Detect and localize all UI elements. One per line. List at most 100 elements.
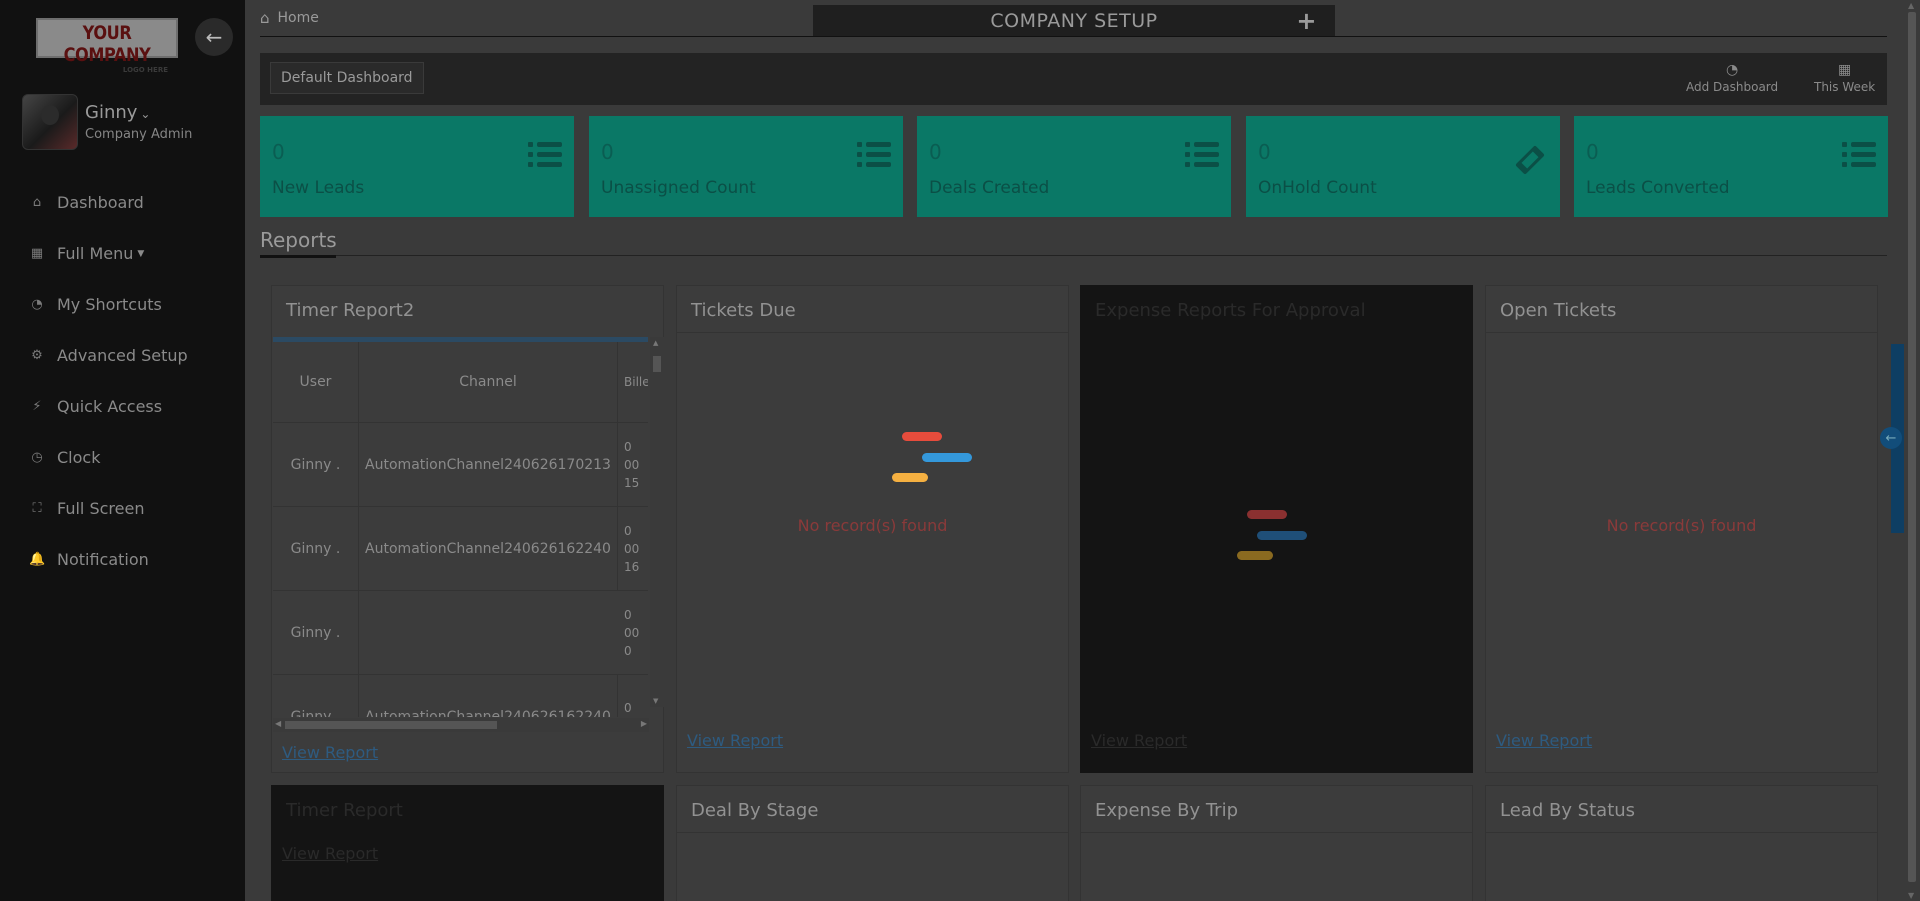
user-name: Ginny bbox=[85, 102, 138, 123]
expand-icon: ⛶ bbox=[32, 501, 42, 516]
panel-expense-by-trip: Expense By Trip bbox=[1080, 785, 1473, 901]
grid-icon: ▦ bbox=[30, 246, 44, 261]
collapse-sidebar-button[interactable]: ← bbox=[195, 18, 233, 56]
panel-deal-by-stage: Deal By Stage bbox=[676, 785, 1069, 901]
view-report-link[interactable]: View Report bbox=[1496, 731, 1592, 750]
sidebar-item-label: Quick Access bbox=[57, 397, 163, 416]
breadcrumb-home[interactable]: Home bbox=[278, 10, 319, 26]
view-report-link[interactable]: View Report bbox=[1091, 731, 1187, 750]
user-menu[interactable]: Ginny ⌄ bbox=[85, 102, 150, 123]
sidebar-item-label: Full Menu bbox=[57, 244, 134, 263]
panel-title: Deal By Stage bbox=[691, 800, 819, 821]
scroll-up-icon[interactable]: ▲ bbox=[653, 339, 658, 347]
divider bbox=[1081, 832, 1472, 833]
sidebar-item-dashboard[interactable]: ⌂ Dashboard bbox=[0, 177, 245, 228]
table-cell: 0 00 16 bbox=[618, 507, 648, 590]
user-role: Company Admin bbox=[85, 127, 193, 142]
panel-title: Open Tickets bbox=[1500, 300, 1617, 321]
list-icon bbox=[857, 142, 891, 168]
sidebar-item-clock[interactable]: ◷ Clock bbox=[0, 432, 245, 483]
logo-subtext: LOGO HERE bbox=[122, 66, 168, 74]
view-report-link[interactable]: View Report bbox=[282, 743, 378, 762]
table-cell: Ginny . bbox=[273, 507, 359, 590]
home-icon[interactable]: ⌂ bbox=[260, 9, 270, 27]
company-logo[interactable]: YOUR COMPANY LOGO HERE bbox=[36, 18, 178, 74]
column-header[interactable]: Channel bbox=[359, 342, 618, 422]
table-row[interactable]: Ginny . 0 00 0 bbox=[273, 591, 648, 675]
page-scrollbar[interactable]: ▲ ▼ bbox=[1904, 0, 1920, 901]
sidebar-item-label: Dashboard bbox=[57, 193, 144, 212]
sidebar-item-full-menu[interactable]: ▦ Full Menu ▼ bbox=[0, 228, 245, 279]
sidebar-item-quick-access[interactable]: ⚡ Quick Access bbox=[0, 381, 245, 432]
cell-line: 0 bbox=[624, 700, 632, 715]
kpi-value: 0 bbox=[1258, 140, 1271, 164]
default-dashboard-button[interactable]: Default Dashboard bbox=[270, 62, 424, 94]
table-row[interactable]: Ginny . AutomationChannel240626162240 0 … bbox=[273, 507, 648, 591]
gauge-icon: ◔ bbox=[1725, 62, 1739, 78]
scroll-thumb[interactable] bbox=[1908, 12, 1916, 882]
scroll-right-icon[interactable]: ▶ bbox=[641, 719, 647, 728]
kpi-label: Deals Created bbox=[929, 178, 1050, 198]
kpi-card-deals-created[interactable]: 0 Deals Created bbox=[917, 116, 1231, 217]
table-cell: AutomationChannel240626162240 bbox=[359, 675, 618, 717]
cell-line: 0 bbox=[624, 607, 632, 622]
cell-line: 00 bbox=[624, 625, 640, 640]
this-week-button[interactable]: ▦ This Week bbox=[1814, 62, 1875, 94]
table-cell: 0 00 15 bbox=[618, 423, 648, 506]
kpi-card-leads-converted[interactable]: 0 Leads Converted bbox=[1574, 116, 1888, 217]
sidebar-item-my-shortcuts[interactable]: ◔ My Shortcuts bbox=[0, 279, 245, 330]
add-dashboard-button[interactable]: ◔ Add Dashboard bbox=[1686, 62, 1778, 94]
kpi-value: 0 bbox=[601, 140, 614, 164]
kpi-label: Unassigned Count bbox=[601, 178, 756, 198]
kpi-label: Leads Converted bbox=[1586, 178, 1730, 198]
kpi-card-unassigned-count[interactable]: 0 Unassigned Count bbox=[589, 116, 903, 217]
panel-title: Timer Report bbox=[286, 800, 403, 821]
this-week-label: This Week bbox=[1814, 80, 1876, 94]
sidebar-item-advanced-setup[interactable]: ⚙ Advanced Setup bbox=[0, 330, 245, 381]
arrow-left-circle-icon: ← bbox=[1885, 430, 1897, 446]
kpi-card-new-leads[interactable]: 0 New Leads bbox=[260, 116, 574, 217]
cell-line: 0 bbox=[624, 523, 632, 538]
breadcrumb: ⌂ Home bbox=[260, 9, 319, 27]
plus-icon[interactable]: + bbox=[1296, 7, 1317, 35]
table-row[interactable]: Ginny . AutomationChannel240626162240 0 … bbox=[273, 675, 648, 717]
column-header[interactable]: User bbox=[273, 342, 359, 422]
sidebar-item-full-screen[interactable]: ⛶ Full Screen bbox=[0, 483, 245, 534]
panel-timer-report: Timer Report View Report bbox=[271, 785, 664, 901]
scroll-up-icon[interactable]: ▲ bbox=[1908, 1, 1914, 10]
kpi-card-onhold-count[interactable]: 0 OnHold Count bbox=[1246, 116, 1560, 217]
scroll-left-icon[interactable]: ◀ bbox=[275, 719, 281, 728]
calendar-icon: ▦ bbox=[1837, 62, 1852, 78]
avatar[interactable] bbox=[22, 94, 78, 150]
table-cell: 0 00 bbox=[618, 675, 648, 717]
kpi-value: 0 bbox=[929, 140, 942, 164]
panel-title: Tickets Due bbox=[691, 300, 796, 321]
sidebar-item-notification[interactable]: 🔔 Notification bbox=[0, 534, 245, 585]
column-header[interactable]: Billed Hours bbox=[618, 342, 648, 422]
timer-table: User Channel Billed Hours Ginny . Automa… bbox=[273, 337, 648, 717]
table-vertical-scrollbar[interactable]: ▲ ▼ bbox=[650, 337, 664, 707]
cell-line: 16 bbox=[624, 559, 640, 574]
table-row[interactable]: Ginny . AutomationChannel240626170213 0 … bbox=[273, 423, 648, 507]
table-cell: AutomationChannel240626170213 bbox=[359, 423, 618, 506]
panel-timer-report2: Timer Report2 User Channel Billed Hours … bbox=[271, 285, 664, 773]
kpi-label: OnHold Count bbox=[1258, 178, 1377, 198]
table-cell: Ginny . bbox=[273, 591, 359, 674]
logo-text: YOUR COMPANY bbox=[63, 22, 151, 66]
table-cell: AutomationChannel240626162240 bbox=[359, 507, 618, 590]
view-report-link[interactable]: View Report bbox=[282, 844, 378, 863]
chevron-down-icon: ⌄ bbox=[140, 107, 151, 121]
table-cell: 0 00 0 bbox=[618, 591, 648, 674]
kpi-value: 0 bbox=[1586, 140, 1599, 164]
table-horizontal-scrollbar[interactable]: ◀ ▶ bbox=[273, 718, 649, 732]
drawer-toggle-button[interactable]: ← bbox=[1880, 427, 1902, 449]
scroll-thumb[interactable] bbox=[285, 721, 497, 729]
view-report-link[interactable]: View Report bbox=[687, 731, 783, 750]
bell-icon: 🔔 bbox=[29, 552, 46, 567]
scroll-down-icon[interactable]: ▼ bbox=[1908, 891, 1914, 900]
divider bbox=[1486, 332, 1877, 333]
company-setup-bar: COMPANY SETUP + bbox=[813, 5, 1335, 36]
scroll-down-icon[interactable]: ▼ bbox=[653, 697, 658, 705]
scroll-thumb[interactable] bbox=[653, 356, 661, 372]
cell-line: 00 bbox=[624, 457, 640, 472]
